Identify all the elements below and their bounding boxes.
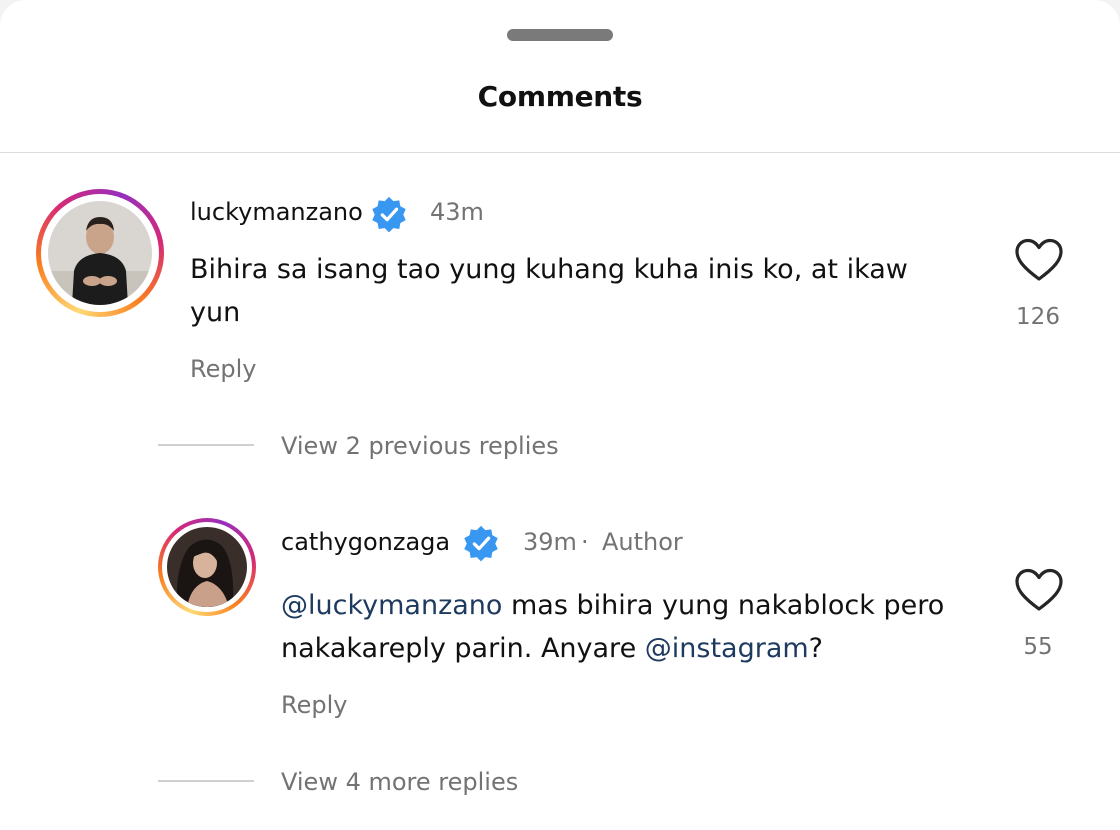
like-count: 126 <box>1016 304 1060 330</box>
avatar[interactable] <box>158 518 256 616</box>
mention-link[interactable]: @instagram <box>645 633 809 664</box>
replies-divider <box>158 780 254 782</box>
comment-text: @luckymanzano mas bihira yung nakablock … <box>281 584 981 670</box>
like-count: 55 <box>1023 634 1053 660</box>
comment-text-part: ? <box>808 633 824 664</box>
header-divider <box>0 152 1120 153</box>
heart-outline-icon[interactable] <box>1014 567 1064 613</box>
verified-badge-icon <box>372 196 406 233</box>
verified-badge-icon <box>464 525 498 562</box>
comment-username[interactable]: cathygonzaga <box>281 528 450 556</box>
reply-button[interactable]: Reply <box>190 355 256 383</box>
sheet-title: Comments <box>477 80 643 113</box>
profile-photo-icon <box>48 201 152 305</box>
replies-divider <box>158 444 254 446</box>
profile-photo-icon <box>167 527 247 607</box>
avatar[interactable] <box>36 189 164 317</box>
mention-link[interactable]: @luckymanzano <box>281 590 502 621</box>
comment-username[interactable]: luckymanzano <box>190 198 363 226</box>
comment-text: Bihira sa isang tao yung kuhang kuha ini… <box>190 254 908 328</box>
author-badge: Author <box>602 528 683 556</box>
view-more-replies-button[interactable]: View 4 more replies <box>281 768 518 796</box>
reply-button[interactable]: Reply <box>281 691 347 719</box>
heart-outline-icon[interactable] <box>1014 237 1064 283</box>
meta-separator: · <box>581 528 589 556</box>
comment-time: 39m <box>523 528 577 556</box>
drag-handle[interactable] <box>507 29 613 41</box>
view-previous-replies-button[interactable]: View 2 previous replies <box>281 432 559 460</box>
comments-sheet: Comments luckymanzano 43m Bihira sa isan… <box>0 0 1120 830</box>
comment-time: 43m <box>430 198 484 226</box>
